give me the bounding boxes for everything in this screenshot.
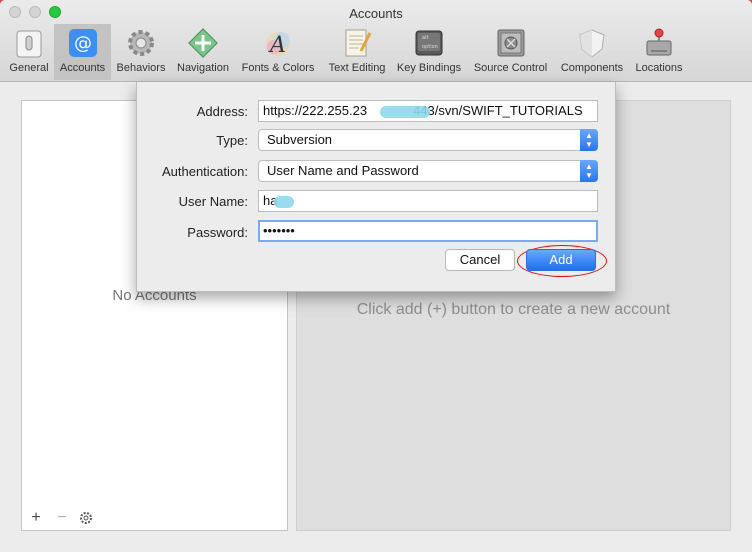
- shield-icon: [579, 29, 605, 58]
- add-account-sheet: Address: https://222.255.23 443/svn/SWIFT…: [136, 82, 616, 292]
- svg-text:alt: alt: [422, 35, 428, 41]
- font-letter-icon: A: [266, 32, 290, 58]
- popup-arrows-icon: ▲ ▼: [580, 129, 598, 151]
- address-label: Address:: [196, 104, 248, 119]
- navigation-arrows-icon: [188, 28, 218, 58]
- tab-text-editing[interactable]: Text Editing: [322, 24, 392, 80]
- tab-accounts-label: Accounts: [59, 62, 106, 74]
- at-sign-icon: @: [68, 29, 97, 57]
- authentication-value: User Name and Password: [267, 163, 419, 178]
- authentication-popup[interactable]: User Name and Password ▲ ▼: [258, 160, 598, 182]
- tab-text-editing-label: Text Editing: [328, 62, 386, 74]
- add-button[interactable]: Add: [526, 249, 596, 271]
- tab-locations-label: Locations: [635, 62, 683, 74]
- type-label: Type:: [216, 133, 248, 148]
- tab-navigation-label: Navigation: [177, 62, 229, 74]
- tab-navigation[interactable]: Navigation: [172, 24, 234, 80]
- disk-drive-icon: [646, 28, 672, 56]
- remove-account-button[interactable]: −: [52, 509, 72, 527]
- tab-key-bindings-label: Key Bindings: [396, 62, 462, 74]
- password-value: •••••••: [263, 223, 295, 238]
- text-document-icon: [345, 29, 372, 57]
- tab-behaviors[interactable]: Behaviors: [113, 24, 169, 80]
- redaction-mark: [274, 196, 294, 208]
- tab-general-label: General: [9, 62, 49, 74]
- tab-behaviors-label: Behaviors: [116, 62, 166, 74]
- tab-accounts[interactable]: @ Accounts: [54, 24, 111, 80]
- tab-locations[interactable]: Locations: [630, 24, 688, 80]
- password-label: Password:: [187, 225, 248, 240]
- vault-icon: [497, 29, 524, 57]
- tab-fonts-colors-label: Fonts & Colors: [241, 62, 315, 74]
- tab-key-bindings[interactable]: alt option Key Bindings: [393, 24, 465, 80]
- tab-source-control-label: Source Control: [473, 62, 548, 74]
- gear-icon: [80, 512, 92, 524]
- window-title: Accounts: [349, 6, 403, 21]
- create-account-hint: Click add (+) button to create a new acc…: [356, 301, 671, 318]
- add-account-button[interactable]: +: [26, 509, 46, 527]
- popup-arrows-icon: ▲ ▼: [580, 160, 598, 182]
- keyboard-key-icon: alt option: [415, 30, 443, 56]
- type-popup[interactable]: Subversion ▲ ▼: [258, 129, 598, 151]
- tab-components[interactable]: Components: [556, 24, 628, 80]
- username-label: User Name:: [178, 194, 248, 209]
- authentication-label: Authentication:: [161, 164, 248, 179]
- tab-components-label: Components: [560, 62, 624, 74]
- title-bar: Accounts General @ Accounts Behaviors Na…: [0, 0, 752, 82]
- tab-general[interactable]: General: [4, 24, 54, 80]
- address-field[interactable]: https://222.255.23 443/svn/SWIFT_TUTORIAL…: [258, 100, 598, 122]
- redaction-mark: [380, 106, 430, 118]
- general-switch-icon: [16, 30, 42, 58]
- type-value: Subversion: [267, 132, 333, 147]
- cancel-button[interactable]: Cancel: [445, 249, 515, 271]
- preferences-window: Accounts General @ Accounts Behaviors Na…: [0, 0, 752, 552]
- password-field[interactable]: •••••••: [258, 220, 598, 242]
- svg-text:A: A: [268, 33, 286, 58]
- tab-source-control[interactable]: Source Control: [468, 24, 553, 80]
- address-value-start: https://222.255.23: [263, 103, 368, 118]
- svg-text:option: option: [422, 44, 438, 50]
- address-value-end: 443/svn/SWIFT_TUTORIALS: [413, 103, 583, 118]
- svg-text:@: @: [74, 33, 92, 54]
- account-settings-button[interactable]: [76, 509, 96, 527]
- username-field[interactable]: ha: [258, 190, 598, 212]
- tab-fonts-colors[interactable]: A Fonts & Colors: [237, 24, 319, 80]
- gear-icon: [128, 30, 154, 56]
